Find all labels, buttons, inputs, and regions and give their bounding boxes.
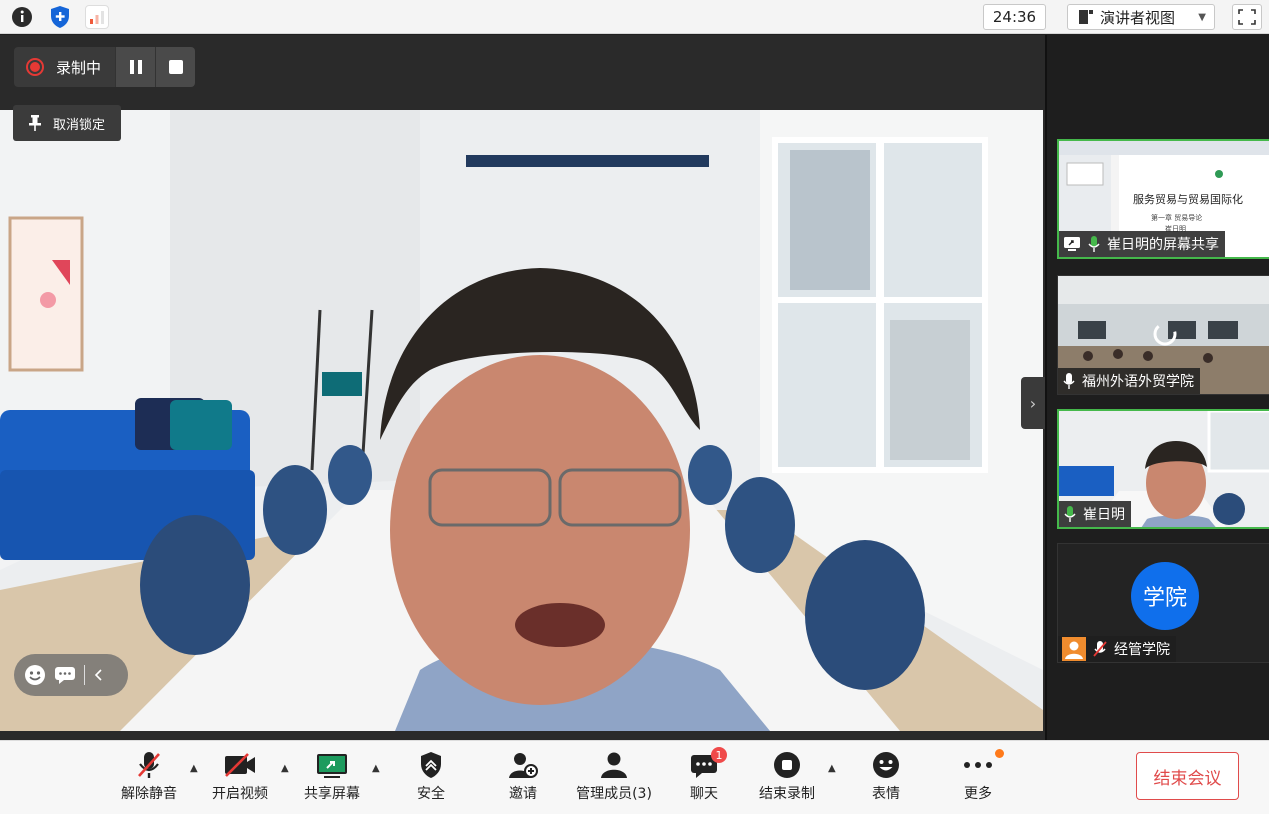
view-mode-select[interactable]: 演讲者视图 ▼ [1067,4,1215,30]
stop-recording-button[interactable] [155,47,196,87]
smile-icon [873,752,899,778]
recording-status: 录制中 [14,47,116,87]
pause-recording-button[interactable] [115,47,156,87]
chat-button[interactable]: 1 聊天 [659,747,749,803]
info-icon[interactable] [10,5,34,29]
more-dots-icon [964,762,992,768]
pin-icon [29,115,41,131]
recording-bar: 录制中 [14,47,196,87]
share-screen-icon [317,754,347,778]
start-video-button[interactable]: 开启视频 [195,747,285,803]
user-icon [1062,637,1086,661]
view-mode-label: 演讲者视图 [1100,8,1176,27]
stop-record-icon [774,752,800,778]
reactions-label: 表情 [872,786,900,802]
recording-status-label: 录制中 [56,58,102,77]
shield-icon[interactable] [48,5,72,29]
participant-panel: 服务贸易与贸易国际化 第一章 贸易导论 崔日明 崔日明的屏幕共享 福州外语外贸学… [1045,35,1269,740]
mic-muted-icon [138,752,160,778]
speaker-video-frame [0,110,1043,731]
fullscreen-icon [1238,9,1256,25]
participant-name: 福州外语外贸学院 [1082,374,1194,390]
share-screen-label: 共享屏幕 [304,786,360,802]
more-label: 更多 [964,786,992,802]
slide-title: 服务贸易与贸易国际化 [1133,193,1243,206]
unlock-pin-label: 取消锁定 [53,117,106,133]
stop-recording-toolbar-button[interactable]: 结束录制 [742,747,832,803]
collapse-sidebar-button[interactable]: › [1021,377,1045,429]
invite-label: 邀请 [509,786,537,802]
unmute-button[interactable]: 解除静音 [104,747,194,803]
avatar: 学院 [1131,562,1199,630]
chevron-left-icon[interactable] [93,667,105,683]
reactions-button[interactable]: 表情 [841,747,931,803]
screen-share-icon [1064,237,1080,251]
unlock-pin-button[interactable]: 取消锁定 [13,105,122,141]
fullscreen-button[interactable] [1232,4,1262,30]
start-video-label: 开启视频 [212,786,268,802]
emoji-icon[interactable] [24,664,46,686]
caret-up-icon[interactable]: ▲ [372,763,380,774]
participant-name: 崔日明的屏幕共享 [1107,237,1219,253]
record-dot-icon [26,58,44,76]
participant-label: 崔日明 [1059,501,1131,527]
mic-on-icon [1064,506,1076,522]
more-button[interactable]: 更多 [933,747,1023,803]
members-icon [601,752,627,778]
camera-off-icon [225,753,255,777]
participant-label: 福州外语外贸学院 [1058,368,1200,394]
slide-subtitle: 第一章 贸易导论 [1151,214,1203,222]
participant-tile-avatar[interactable]: 学院 经管学院 [1057,543,1269,663]
participant-tile-classroom[interactable]: 福州外语外贸学院 [1057,275,1269,395]
speaker-video [0,110,1043,731]
participant-name: 崔日明 [1083,507,1125,523]
chevron-right-icon: › [1029,393,1037,413]
main-video-area: 录制中 取消锁定 [0,35,1045,740]
manage-members-button[interactable]: 管理成员(3) [568,747,660,803]
manage-members-label: 管理成员(3) [576,786,652,802]
bottom-toolbar: 解除静音 ▲ 开启视频 ▲ 共享屏幕 ▲ 安全 邀请 管理成员(3) 1 聊天 … [0,740,1269,814]
chat-bubble-icon[interactable] [54,665,76,685]
add-user-icon [509,753,538,778]
end-meeting-button[interactable]: 结束会议 [1136,752,1239,800]
chat-unread-badge: 1 [711,747,727,763]
unmute-label: 解除静音 [121,786,177,802]
layout-icon [1079,10,1093,24]
chevron-down-icon: ▼ [1198,11,1206,23]
top-bar: 24:36 演讲者视图 ▼ [0,0,1269,34]
participant-tile-speaker[interactable]: 崔日明 [1057,409,1269,529]
divider [84,665,85,685]
meeting-timer: 24:36 [983,4,1046,30]
mic-muted-icon [1093,641,1107,657]
security-shield-icon [421,752,441,778]
participant-name: 经管学院 [1114,642,1170,658]
mic-on-icon [1063,373,1075,389]
pause-icon [129,60,142,74]
signal-icon[interactable] [85,5,109,29]
stop-recording-label: 结束录制 [759,786,815,802]
share-screen-button[interactable]: 共享屏幕 [287,747,377,803]
caret-up-icon[interactable]: ▲ [828,763,836,774]
mic-on-icon [1088,236,1100,252]
notification-dot [995,749,1004,758]
floating-tools [14,654,128,696]
stop-icon [168,60,183,74]
participant-label: 经管学院 [1058,636,1176,662]
chat-label: 聊天 [690,786,718,802]
participant-tile-screen-share[interactable]: 服务贸易与贸易国际化 第一章 贸易导论 崔日明 崔日明的屏幕共享 [1057,139,1269,259]
security-button[interactable]: 安全 [386,747,476,803]
security-label: 安全 [417,786,445,802]
participant-label: 崔日明的屏幕共享 [1059,231,1225,257]
invite-button[interactable]: 邀请 [478,747,568,803]
